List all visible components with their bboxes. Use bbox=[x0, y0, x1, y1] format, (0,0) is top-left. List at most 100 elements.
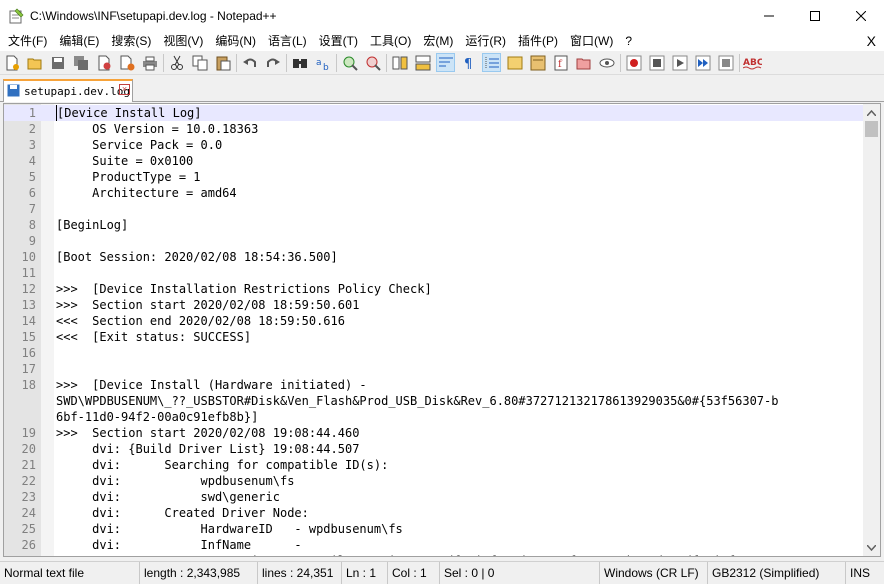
line-number: 4 bbox=[28, 154, 36, 168]
scrollbar-thumb[interactable] bbox=[865, 121, 878, 137]
zoom-in-icon[interactable] bbox=[340, 53, 359, 72]
play-macro-icon[interactable] bbox=[670, 53, 689, 72]
line-number: 1 bbox=[28, 106, 36, 120]
replace-icon[interactable]: ab bbox=[313, 53, 332, 72]
menu-plugins[interactable]: 插件(P) bbox=[512, 31, 564, 51]
editor-line[interactable]: 13 >>> Section start 2020/02/08 18:59:50.… bbox=[4, 297, 864, 313]
menu-file[interactable]: 文件(F) bbox=[2, 31, 53, 51]
word-wrap-icon[interactable] bbox=[436, 53, 455, 72]
find-icon[interactable] bbox=[290, 53, 309, 72]
run-macro-multiple-icon[interactable] bbox=[693, 53, 712, 72]
editor-line[interactable]: 23 dvi: swd\generic bbox=[4, 489, 864, 505]
menu-tools[interactable]: 工具(O) bbox=[364, 31, 417, 51]
editor-line[interactable]: 16 bbox=[4, 345, 864, 361]
menu-search[interactable]: 搜索(S) bbox=[105, 31, 157, 51]
editor-line[interactable]: 17 bbox=[4, 361, 864, 377]
menu-settings[interactable]: 设置(T) bbox=[313, 31, 364, 51]
record-macro-icon[interactable] bbox=[624, 53, 643, 72]
close-document-button[interactable]: X bbox=[867, 31, 876, 51]
status-eol[interactable]: Windows (CR LF) bbox=[600, 561, 708, 584]
function-list-icon[interactable]: f bbox=[551, 53, 570, 72]
line-number: 25 bbox=[21, 522, 36, 536]
editor-line[interactable]: 4 Suite = 0x0100 bbox=[4, 153, 864, 169]
editor-line[interactable]: 24 dvi: Created Driver Node: bbox=[4, 505, 864, 521]
editor-line[interactable]: 18 >>> [Device Install (Hardware initiate… bbox=[4, 377, 864, 393]
tab-setupapi-dev-log[interactable]: setupapi.dev.log × bbox=[3, 79, 133, 102]
editor-line[interactable]: 2 OS Version = 10.0.18363 bbox=[4, 121, 864, 137]
sync-horizontal-icon[interactable] bbox=[413, 53, 432, 72]
editor-line[interactable]: 11 bbox=[4, 265, 864, 281]
editor-line[interactable]: SWD\WPDBUSENUM\_??_USBSTOR#Disk&Ven_Flas… bbox=[4, 393, 864, 409]
sync-vertical-icon[interactable] bbox=[390, 53, 409, 72]
stop-macro-icon[interactable] bbox=[647, 53, 666, 72]
line-number: 13 bbox=[21, 298, 36, 312]
close-window-button[interactable] bbox=[838, 0, 884, 31]
folder-as-workspace-icon[interactable] bbox=[574, 53, 593, 72]
editor-line[interactable]: 1 [Device Install Log] bbox=[4, 105, 864, 121]
minimize-button[interactable] bbox=[746, 0, 792, 31]
editor-line[interactable]: 6bf-11d0-94f2-00a0c91efb8b}] bbox=[4, 409, 864, 425]
monitoring-icon[interactable] bbox=[597, 53, 616, 72]
line-number: 9 bbox=[28, 234, 36, 248]
show-all-chars-icon[interactable]: ¶ bbox=[459, 53, 478, 72]
editor-line[interactable]: 10 [Boot Session: 2020/02/08 18:54:36.500… bbox=[4, 249, 864, 265]
editor-line[interactable]: 6 Architecture = amd64 bbox=[4, 185, 864, 201]
line-text: [Boot Session: 2020/02/08 18:54:36.500] bbox=[56, 250, 338, 264]
save-icon[interactable] bbox=[48, 53, 67, 72]
save-all-icon[interactable] bbox=[71, 53, 90, 72]
editor-line[interactable]: 12 >>> [Device Installation Restrictions … bbox=[4, 281, 864, 297]
new-file-icon[interactable] bbox=[2, 53, 21, 72]
toolbar-separator bbox=[236, 53, 237, 72]
scroll-down-icon[interactable] bbox=[863, 539, 880, 556]
redo-icon[interactable] bbox=[263, 53, 282, 72]
close-all-icon[interactable] bbox=[117, 53, 136, 72]
menu-edit[interactable]: 编辑(E) bbox=[53, 31, 105, 51]
scroll-up-icon[interactable] bbox=[863, 104, 880, 121]
editor-line[interactable]: 8 [BeginLog] bbox=[4, 217, 864, 233]
copy-icon[interactable] bbox=[190, 53, 209, 72]
editor-line[interactable]: C:\WINDOWS\System32\DriverStore\FileRepo… bbox=[4, 553, 864, 556]
menu-run[interactable]: 运行(R) bbox=[459, 31, 512, 51]
indent-guide-icon[interactable] bbox=[482, 53, 501, 72]
status-encoding[interactable]: GB2312 (Simplified) bbox=[708, 561, 846, 584]
line-text: Suite = 0x0100 bbox=[56, 154, 194, 168]
maximize-button[interactable] bbox=[792, 0, 838, 31]
paste-icon[interactable] bbox=[213, 53, 232, 72]
editor-line[interactable]: 5 ProductType = 1 bbox=[4, 169, 864, 185]
status-mode[interactable]: INS bbox=[846, 562, 884, 584]
editor-line[interactable]: 26 dvi: InfName - bbox=[4, 537, 864, 553]
line-text: [Device Install Log] bbox=[56, 105, 202, 121]
menu-language[interactable]: 语言(L) bbox=[262, 31, 313, 51]
menu-window[interactable]: 窗口(W) bbox=[564, 31, 619, 51]
editor[interactable]: 1 [Device Install Log] 2 OS Version = 10.0… bbox=[3, 103, 881, 557]
editor-line[interactable]: 20 dvi: {Build Driver List} 19:08:44.507 bbox=[4, 441, 864, 457]
vertical-scrollbar[interactable] bbox=[863, 104, 880, 556]
editor-line[interactable]: 15 <<< [Exit status: SUCCESS] bbox=[4, 329, 864, 345]
editor-line[interactable]: 19 >>> Section start 2020/02/08 19:08:44.… bbox=[4, 425, 864, 441]
spell-check-icon[interactable]: ABC bbox=[743, 53, 762, 72]
maximize-icon bbox=[810, 10, 820, 21]
document-map-icon[interactable] bbox=[528, 53, 547, 72]
zoom-out-icon[interactable] bbox=[363, 53, 382, 72]
editor-line[interactable]: 7 bbox=[4, 201, 864, 217]
menu-help[interactable]: ? bbox=[619, 31, 638, 51]
menu-macro[interactable]: 宏(M) bbox=[417, 31, 459, 51]
undo-icon[interactable] bbox=[240, 53, 259, 72]
menu-view[interactable]: 视图(V) bbox=[157, 31, 209, 51]
cut-icon[interactable] bbox=[167, 53, 186, 72]
editor-line[interactable]: 25 dvi: HardwareID - wpdbusenum\fs bbox=[4, 521, 864, 537]
open-file-icon[interactable] bbox=[25, 53, 44, 72]
menu-encoding[interactable]: 编码(N) bbox=[209, 31, 262, 51]
close-icon[interactable] bbox=[94, 53, 113, 72]
user-defined-language-icon[interactable] bbox=[505, 53, 524, 72]
editor-line[interactable]: 14 <<< Section end 2020/02/08 18:59:50.61… bbox=[4, 313, 864, 329]
tab-close-icon[interactable]: × bbox=[119, 84, 130, 95]
editor-line[interactable]: 22 dvi: wpdbusenum\fs bbox=[4, 473, 864, 489]
line-number: 5 bbox=[28, 170, 36, 184]
editor-line[interactable]: 9 bbox=[4, 233, 864, 249]
editor-line[interactable]: 3 Service Pack = 0.0 bbox=[4, 137, 864, 153]
line-number: 20 bbox=[21, 442, 36, 456]
print-icon[interactable] bbox=[140, 53, 159, 72]
save-macro-icon[interactable] bbox=[716, 53, 735, 72]
editor-line[interactable]: 21 dvi: Searching for compatible ID(s): bbox=[4, 457, 864, 473]
